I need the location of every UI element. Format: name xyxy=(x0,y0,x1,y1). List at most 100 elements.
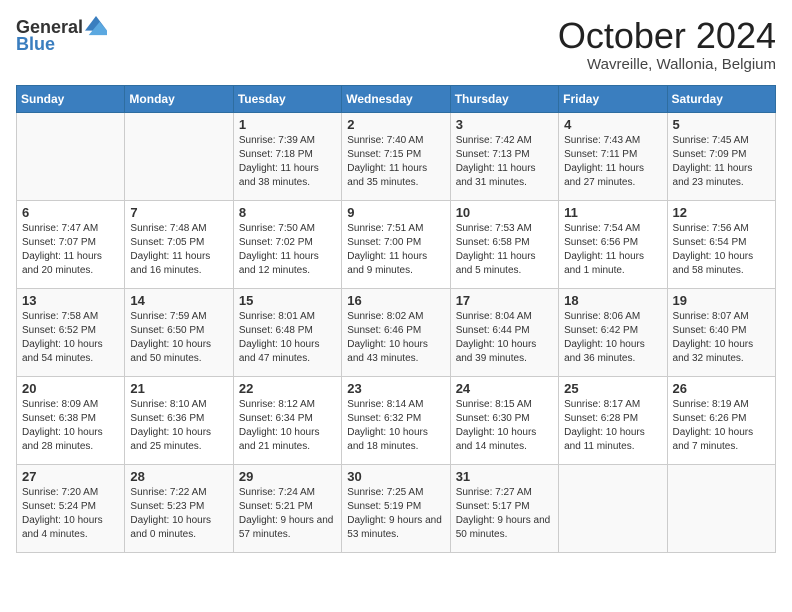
day-number: 10 xyxy=(456,205,553,220)
calendar-cell: 2 Sunrise: 7:40 AMSunset: 7:15 PMDaylight… xyxy=(342,112,450,200)
day-number: 6 xyxy=(22,205,119,220)
day-number: 20 xyxy=(22,381,119,396)
week-row-4: 20 Sunrise: 8:09 AMSunset: 6:38 PMDayligh… xyxy=(17,376,776,464)
day-info: Sunrise: 8:04 AMSunset: 6:44 PMDaylight:… xyxy=(456,310,553,366)
day-info: Sunrise: 7:27 AMSunset: 5:17 PMDaylight:… xyxy=(456,486,553,542)
calendar-cell: 5 Sunrise: 7:45 AMSunset: 7:09 PMDaylight… xyxy=(667,112,775,200)
day-info: Sunrise: 8:19 AMSunset: 6:26 PMDaylight:… xyxy=(673,398,770,454)
day-info: Sunrise: 8:09 AMSunset: 6:38 PMDaylight:… xyxy=(22,398,119,454)
day-info: Sunrise: 8:17 AMSunset: 6:28 PMDaylight:… xyxy=(564,398,661,454)
week-row-2: 6 Sunrise: 7:47 AMSunset: 7:07 PMDaylight… xyxy=(17,200,776,288)
day-info: Sunrise: 7:45 AMSunset: 7:09 PMDaylight:… xyxy=(673,134,770,190)
calendar-cell: 20 Sunrise: 8:09 AMSunset: 6:38 PMDayligh… xyxy=(17,376,125,464)
day-info: Sunrise: 8:12 AMSunset: 6:34 PMDaylight:… xyxy=(239,398,336,454)
day-number: 1 xyxy=(239,117,336,132)
day-info: Sunrise: 8:07 AMSunset: 6:40 PMDaylight:… xyxy=(673,310,770,366)
day-number: 21 xyxy=(130,381,227,396)
day-number: 25 xyxy=(564,381,661,396)
day-info: Sunrise: 7:51 AMSunset: 7:00 PMDaylight:… xyxy=(347,222,444,278)
day-info: Sunrise: 8:15 AMSunset: 6:30 PMDaylight:… xyxy=(456,398,553,454)
column-header-saturday: Saturday xyxy=(667,85,775,112)
calendar-cell: 10Sunrise: 7:53 AMSunset: 6:58 PMDayligh… xyxy=(450,200,558,288)
location: Wavreille, Wallonia, Belgium xyxy=(558,56,776,73)
calendar-cell: 30 Sunrise: 7:25 AMSunset: 5:19 PMDayligh… xyxy=(342,464,450,552)
day-number: 11 xyxy=(564,205,661,220)
day-number: 5 xyxy=(673,117,770,132)
day-info: Sunrise: 7:22 AMSunset: 5:23 PMDaylight:… xyxy=(130,486,227,542)
page-header: General Blue October 2024 Wavreille, Wal… xyxy=(16,16,776,73)
day-info: Sunrise: 7:56 AMSunset: 6:54 PMDaylight:… xyxy=(673,222,770,278)
day-number: 15 xyxy=(239,293,336,308)
day-number: 2 xyxy=(347,117,444,132)
calendar-cell: 22 Sunrise: 8:12 AMSunset: 6:34 PMDayligh… xyxy=(233,376,341,464)
calendar-cell: 17 Sunrise: 8:04 AMSunset: 6:44 PMDayligh… xyxy=(450,288,558,376)
column-header-tuesday: Tuesday xyxy=(233,85,341,112)
day-info: Sunrise: 7:20 AMSunset: 5:24 PMDaylight:… xyxy=(22,486,119,542)
calendar-cell: 15Sunrise: 8:01 AMSunset: 6:48 PMDayligh… xyxy=(233,288,341,376)
logo: General Blue xyxy=(16,16,107,55)
calendar-cell: 3Sunrise: 7:42 AMSunset: 7:13 PMDaylight… xyxy=(450,112,558,200)
day-info: Sunrise: 7:48 AMSunset: 7:05 PMDaylight:… xyxy=(130,222,227,278)
calendar-cell xyxy=(559,464,667,552)
calendar-cell: 8 Sunrise: 7:50 AMSunset: 7:02 PMDaylight… xyxy=(233,200,341,288)
day-number: 14 xyxy=(130,293,227,308)
day-number: 16 xyxy=(347,293,444,308)
header-row: SundayMondayTuesdayWednesdayThursdayFrid… xyxy=(17,85,776,112)
column-header-monday: Monday xyxy=(125,85,233,112)
day-number: 22 xyxy=(239,381,336,396)
column-header-thursday: Thursday xyxy=(450,85,558,112)
day-number: 26 xyxy=(673,381,770,396)
day-number: 9 xyxy=(347,205,444,220)
calendar-cell: 26 Sunrise: 8:19 AMSunset: 6:26 PMDayligh… xyxy=(667,376,775,464)
column-header-friday: Friday xyxy=(559,85,667,112)
calendar-cell: 4 Sunrise: 7:43 AMSunset: 7:11 PMDaylight… xyxy=(559,112,667,200)
day-number: 17 xyxy=(456,293,553,308)
calendar-cell: 14 Sunrise: 7:59 AMSunset: 6:50 PMDayligh… xyxy=(125,288,233,376)
day-number: 23 xyxy=(347,381,444,396)
day-number: 31 xyxy=(456,469,553,484)
calendar-cell: 6 Sunrise: 7:47 AMSunset: 7:07 PMDaylight… xyxy=(17,200,125,288)
logo-icon xyxy=(85,16,107,38)
calendar-cell: 1Sunrise: 7:39 AMSunset: 7:18 PMDaylight… xyxy=(233,112,341,200)
day-number: 24 xyxy=(456,381,553,396)
calendar-cell: 7 Sunrise: 7:48 AMSunset: 7:05 PMDaylight… xyxy=(125,200,233,288)
calendar-cell: 23 Sunrise: 8:14 AMSunset: 6:32 PMDayligh… xyxy=(342,376,450,464)
day-number: 4 xyxy=(564,117,661,132)
calendar-cell: 9 Sunrise: 7:51 AMSunset: 7:00 PMDaylight… xyxy=(342,200,450,288)
calendar-cell: 19 Sunrise: 8:07 AMSunset: 6:40 PMDayligh… xyxy=(667,288,775,376)
day-info: Sunrise: 7:40 AMSunset: 7:15 PMDaylight:… xyxy=(347,134,444,190)
day-number: 19 xyxy=(673,293,770,308)
calendar-cell: 24 Sunrise: 8:15 AMSunset: 6:30 PMDayligh… xyxy=(450,376,558,464)
day-number: 30 xyxy=(347,469,444,484)
day-info: Sunrise: 7:24 AMSunset: 5:21 PMDaylight:… xyxy=(239,486,336,542)
day-info: Sunrise: 7:25 AMSunset: 5:19 PMDaylight:… xyxy=(347,486,444,542)
calendar-cell xyxy=(17,112,125,200)
column-header-sunday: Sunday xyxy=(17,85,125,112)
day-info: Sunrise: 7:42 AMSunset: 7:13 PMDaylight:… xyxy=(456,134,553,190)
day-info: Sunrise: 7:43 AMSunset: 7:11 PMDaylight:… xyxy=(564,134,661,190)
calendar-cell xyxy=(125,112,233,200)
day-info: Sunrise: 8:10 AMSunset: 6:36 PMDaylight:… xyxy=(130,398,227,454)
calendar-cell: 13Sunrise: 7:58 AMSunset: 6:52 PMDayligh… xyxy=(17,288,125,376)
day-number: 27 xyxy=(22,469,119,484)
week-row-5: 27 Sunrise: 7:20 AMSunset: 5:24 PMDayligh… xyxy=(17,464,776,552)
calendar-cell: 29 Sunrise: 7:24 AMSunset: 5:21 PMDayligh… xyxy=(233,464,341,552)
day-info: Sunrise: 8:02 AMSunset: 6:46 PMDaylight:… xyxy=(347,310,444,366)
day-number: 18 xyxy=(564,293,661,308)
calendar-cell: 18Sunrise: 8:06 AMSunset: 6:42 PMDayligh… xyxy=(559,288,667,376)
column-header-wednesday: Wednesday xyxy=(342,85,450,112)
day-number: 8 xyxy=(239,205,336,220)
day-number: 13 xyxy=(22,293,119,308)
calendar-cell: 28Sunrise: 7:22 AMSunset: 5:23 PMDayligh… xyxy=(125,464,233,552)
month-title: October 2024 xyxy=(558,16,776,56)
calendar-cell xyxy=(667,464,775,552)
calendar-cell: 27 Sunrise: 7:20 AMSunset: 5:24 PMDayligh… xyxy=(17,464,125,552)
day-number: 7 xyxy=(130,205,227,220)
day-info: Sunrise: 7:50 AMSunset: 7:02 PMDaylight:… xyxy=(239,222,336,278)
title-section: October 2024 Wavreille, Wallonia, Belgiu… xyxy=(558,16,776,73)
calendar-table: SundayMondayTuesdayWednesdayThursdayFrid… xyxy=(16,85,776,553)
day-info: Sunrise: 7:47 AMSunset: 7:07 PMDaylight:… xyxy=(22,222,119,278)
day-info: Sunrise: 8:14 AMSunset: 6:32 PMDaylight:… xyxy=(347,398,444,454)
day-info: Sunrise: 7:59 AMSunset: 6:50 PMDaylight:… xyxy=(130,310,227,366)
day-number: 29 xyxy=(239,469,336,484)
